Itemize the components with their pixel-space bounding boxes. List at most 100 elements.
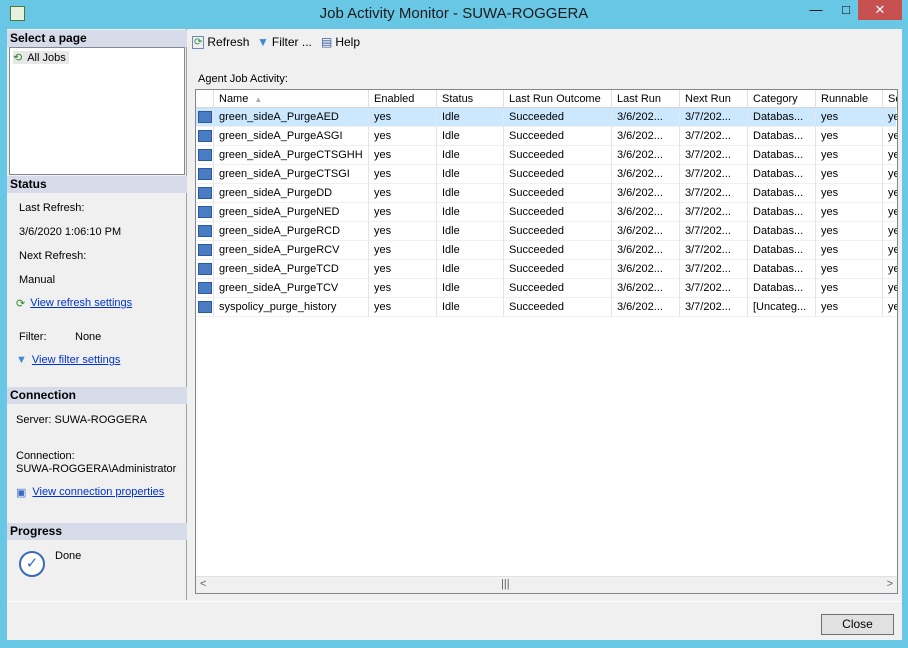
table-row[interactable]: green_sideA_PurgeCTSGHH yes Idle Succeeded 3… xyxy=(196,146,897,165)
table-row[interactable]: green_sideA_PurgeRCV yes Idle Succeeded 3/6/… xyxy=(196,241,897,260)
table-row[interactable]: green_sideA_PurgeTCD yes Idle Succeeded 3/6/… xyxy=(196,260,897,279)
connection-header: Connection xyxy=(7,387,187,404)
grid-cell: 3/7/202... xyxy=(680,241,748,260)
grid-cell: green_sideA_PurgeASGI xyxy=(214,127,369,146)
grid-cell: yes xyxy=(816,222,883,241)
grid-cell: green_sideA_PurgeDD xyxy=(214,184,369,203)
window-title: Job Activity Monitor - SUWA-ROGGERA xyxy=(319,5,589,22)
grid-cell: Succeeded xyxy=(504,260,612,279)
minimize-button[interactable]: — xyxy=(801,0,831,20)
job-grid: Name ▲ Enabled Status Last Run Outcome Last R… xyxy=(195,89,898,594)
grid-cell: yes xyxy=(369,108,437,127)
help-button[interactable]: ▤ Help xyxy=(321,35,360,49)
job-icon xyxy=(198,168,212,180)
table-row[interactable]: green_sideA_PurgeCTSGI yes Idle Succeeded 3/… xyxy=(196,165,897,184)
scroll-thumb[interactable]: ||| xyxy=(501,578,510,590)
horizontal-scrollbar[interactable]: < ||| > xyxy=(196,576,897,593)
filter-icon: ▼ xyxy=(257,35,269,49)
grid-cell: 3/6/202... xyxy=(612,127,680,146)
table-row[interactable]: green_sideA_PurgeTCV yes Idle Succeeded 3/6/… xyxy=(196,279,897,298)
grid-cell: ye xyxy=(883,241,897,260)
jobs-icon: ⟲ xyxy=(13,52,23,64)
filter-button[interactable]: ▼ Filter ... xyxy=(257,35,312,49)
page-item-all-jobs[interactable]: ⟲ All Jobs xyxy=(13,51,69,64)
table-row[interactable]: green_sideA_PurgeRCD yes Idle Succeeded 3/6/… xyxy=(196,222,897,241)
row-selector[interactable] xyxy=(196,146,214,165)
job-icon xyxy=(198,206,212,218)
grid-cell: yes xyxy=(369,279,437,298)
grid-cell: Succeeded xyxy=(504,184,612,203)
job-icon xyxy=(198,130,212,142)
column-header[interactable]: Sc xyxy=(883,90,897,108)
grid-cell: Idle xyxy=(437,108,504,127)
grid-cell: 3/7/202... xyxy=(680,127,748,146)
table-row[interactable]: green_sideA_PurgeDD yes Idle Succeeded 3/6/2… xyxy=(196,184,897,203)
row-selector[interactable] xyxy=(196,279,214,298)
column-header[interactable]: Enabled xyxy=(369,90,437,108)
grid-cell: yes xyxy=(816,127,883,146)
grid-cell: 3/6/202... xyxy=(612,222,680,241)
grid-cell: yes xyxy=(816,203,883,222)
grid-cell: [Uncateg... xyxy=(748,298,816,317)
job-icon xyxy=(198,225,212,237)
grid-cell: yes xyxy=(816,279,883,298)
grid-cell: green_sideA_PurgeRCD xyxy=(214,222,369,241)
column-header[interactable]: Last Run Outcome xyxy=(504,90,612,108)
grid-cell: Idle xyxy=(437,241,504,260)
column-header[interactable]: Name ▲ xyxy=(214,90,369,108)
job-icon xyxy=(198,149,212,161)
grid-cell: Databas... xyxy=(748,241,816,260)
row-selector[interactable] xyxy=(196,260,214,279)
grid-cell: green_sideA_PurgeNED xyxy=(214,203,369,222)
row-selector[interactable] xyxy=(196,127,214,146)
close-window-button[interactable]: ✕ xyxy=(858,0,902,20)
column-header[interactable]: Next Run xyxy=(680,90,748,108)
view-refresh-settings-link[interactable]: View refresh settings xyxy=(30,297,132,310)
row-selector[interactable] xyxy=(196,241,214,260)
row-selector[interactable] xyxy=(196,203,214,222)
row-selector[interactable] xyxy=(196,222,214,241)
grid-cell: Databas... xyxy=(748,146,816,165)
grid-cell: Idle xyxy=(437,146,504,165)
table-row[interactable]: green_sideA_PurgeNED yes Idle Succeeded 3/6/… xyxy=(196,203,897,222)
grid-cell: yes xyxy=(369,222,437,241)
grid-cell: yes xyxy=(816,108,883,127)
row-selector[interactable] xyxy=(196,298,214,317)
grid-cell: Databas... xyxy=(748,108,816,127)
table-row[interactable]: green_sideA_PurgeASGI yes Idle Succeeded 3/6… xyxy=(196,127,897,146)
table-row[interactable]: syspolicy_purge_history yes Idle Succeeded 3… xyxy=(196,298,897,317)
refresh-settings-icon: ⟳ xyxy=(16,298,26,310)
grid-cell: yes xyxy=(816,184,883,203)
footer-bar: Close xyxy=(7,601,902,640)
refresh-button[interactable]: ⟳ Refresh xyxy=(192,35,249,49)
grid-cell: Idle xyxy=(437,222,504,241)
grid-cell: 3/6/202... xyxy=(612,298,680,317)
sort-ascending-icon: ▲ xyxy=(254,95,263,104)
view-connection-properties-link[interactable]: View connection properties xyxy=(32,486,164,499)
done-check-icon: ✓ xyxy=(19,551,45,577)
row-selector[interactable] xyxy=(196,165,214,184)
close-button[interactable]: Close xyxy=(821,614,894,635)
maximize-button[interactable]: □ xyxy=(831,0,861,20)
row-selector[interactable] xyxy=(196,108,214,127)
grid-cell: yes xyxy=(369,165,437,184)
grid-cell: ye xyxy=(883,127,897,146)
scroll-left-arrow[interactable]: < xyxy=(200,578,206,590)
grid-cell: yes xyxy=(369,298,437,317)
job-icon xyxy=(198,187,212,199)
job-icon xyxy=(198,244,212,256)
grid-cell: ye xyxy=(883,222,897,241)
row-header-corner[interactable] xyxy=(196,90,214,108)
column-header[interactable]: Status xyxy=(437,90,504,108)
column-header[interactable]: Runnable xyxy=(816,90,883,108)
column-header[interactable]: Category xyxy=(748,90,816,108)
grid-cell: Succeeded xyxy=(504,222,612,241)
grid-cell: yes xyxy=(369,127,437,146)
column-header[interactable]: Last Run xyxy=(612,90,680,108)
scroll-right-arrow[interactable]: > xyxy=(887,578,893,590)
row-selector[interactable] xyxy=(196,184,214,203)
grid-cell: ye xyxy=(883,184,897,203)
view-filter-settings-link[interactable]: View filter settings xyxy=(32,354,120,366)
table-row[interactable]: green_sideA_PurgeAED yes Idle Succeeded 3/6/… xyxy=(196,108,897,127)
grid-cell: Idle xyxy=(437,203,504,222)
